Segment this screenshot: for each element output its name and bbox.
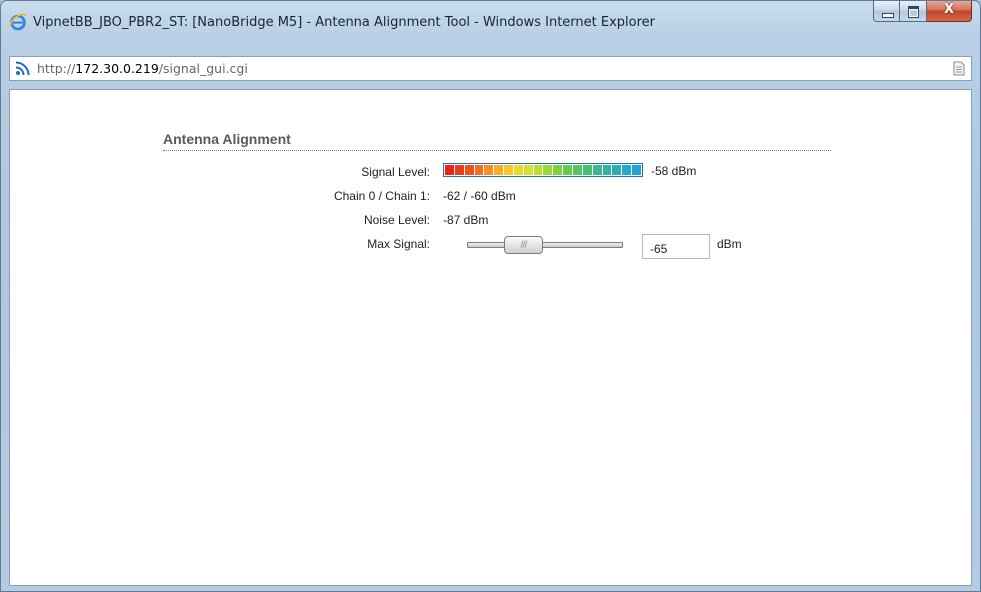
close-button[interactable]: X xyxy=(927,1,972,22)
signal-meter-segment xyxy=(592,165,602,175)
section-title: Antenna Alignment xyxy=(163,131,291,147)
signal-meter-segment xyxy=(612,165,622,175)
minimize-button[interactable] xyxy=(873,1,900,22)
window-title: VipnetBB_JBO_PBR2_ST: [NanoBridge M5] - … xyxy=(33,15,656,30)
minimize-icon xyxy=(882,13,894,18)
page-content: Antenna Alignment Signal Level: -58 dBm … xyxy=(9,89,972,586)
signal-meter-segment xyxy=(504,165,513,175)
signal-meter-segment xyxy=(582,165,592,175)
signal-meter-segment xyxy=(513,165,523,175)
max-signal-label: Max Signal: xyxy=(367,237,430,251)
rss-feed-icon xyxy=(15,61,30,76)
signal-level-meter xyxy=(443,163,643,177)
url-host: 172.30.0.219 xyxy=(75,61,159,76)
url-text: http://172.30.0.219/signal_gui.cgi xyxy=(37,61,248,76)
signal-meter-segment xyxy=(474,165,484,175)
signal-meter-segment xyxy=(454,165,464,175)
signal-meter-segment xyxy=(523,165,533,175)
maximize-button[interactable] xyxy=(900,1,927,22)
max-signal-input[interactable] xyxy=(642,234,710,259)
title-bar[interactable]: VipnetBB_JBO_PBR2_ST: [NanoBridge M5] - … xyxy=(1,1,980,41)
signal-level-label: Signal Level: xyxy=(361,165,430,179)
signal-meter-segment xyxy=(563,165,572,175)
signal-meter-segment xyxy=(553,165,563,175)
signal-meter-segment xyxy=(572,165,582,175)
chain-label: Chain 0 / Chain 1: xyxy=(333,189,430,203)
close-icon: X xyxy=(943,2,955,17)
signal-meter-segment xyxy=(445,165,454,175)
noise-level-label: Noise Level: xyxy=(363,213,430,227)
signal-level-value: -58 dBm xyxy=(651,164,697,178)
signal-meter-segment xyxy=(494,165,504,175)
page-icon[interactable] xyxy=(953,61,965,76)
maximize-icon xyxy=(908,6,919,18)
noise-level-value: -87 dBm xyxy=(443,213,489,227)
max-signal-unit: dBm xyxy=(717,237,742,251)
signal-meter-segment xyxy=(632,165,641,175)
signal-meter-segment xyxy=(464,165,474,175)
section-divider xyxy=(163,150,831,151)
signal-meter-segment xyxy=(622,165,632,175)
signal-meter-segment xyxy=(602,165,612,175)
signal-meter-segment xyxy=(533,165,543,175)
url-prefix: http:// xyxy=(37,61,76,76)
caption-buttons: X xyxy=(873,1,972,23)
max-signal-slider-track[interactable] xyxy=(467,242,623,248)
url-path: /signal_gui.cgi xyxy=(158,61,248,76)
signal-meter-segment xyxy=(543,165,553,175)
browser-window: VipnetBB_JBO_PBR2_ST: [NanoBridge M5] - … xyxy=(0,0,981,592)
max-signal-slider-handle[interactable]: /// xyxy=(504,236,543,254)
chain-value: -62 / -60 dBm xyxy=(443,189,516,203)
address-bar[interactable]: http://172.30.0.219/signal_gui.cgi xyxy=(9,56,972,81)
signal-meter-segment xyxy=(484,165,494,175)
internet-explorer-icon xyxy=(9,13,27,31)
